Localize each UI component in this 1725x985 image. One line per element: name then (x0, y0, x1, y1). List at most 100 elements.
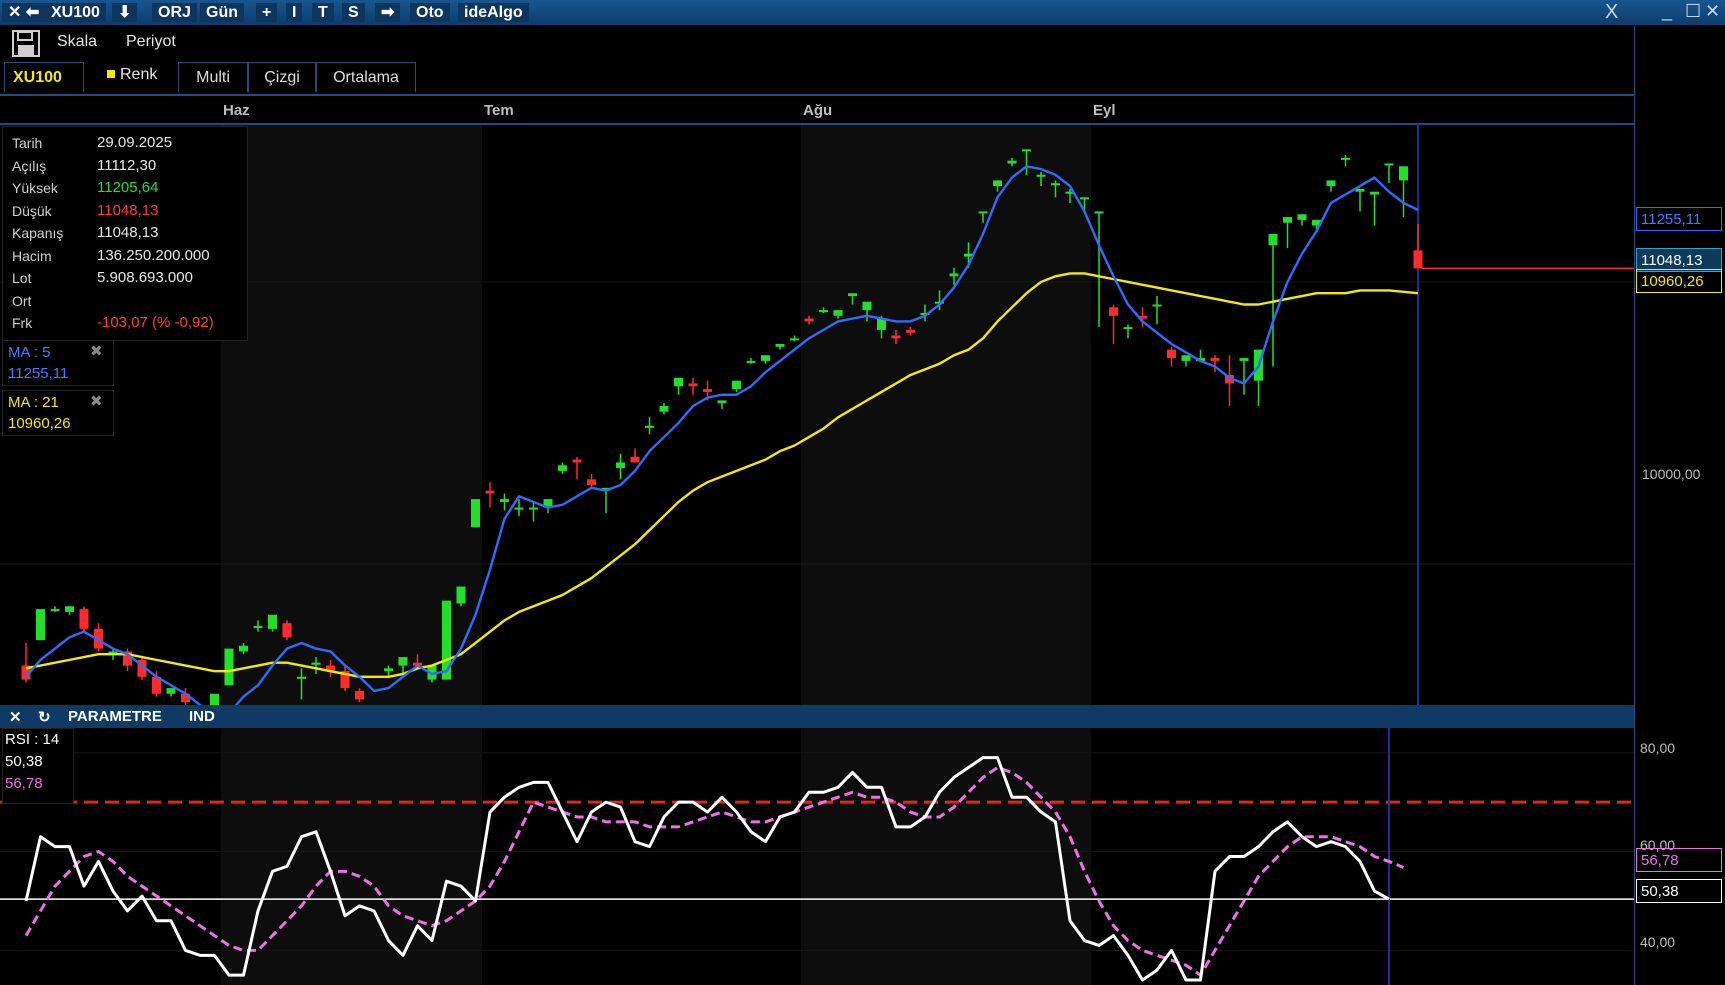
indicator-t-button[interactable]: T (312, 3, 334, 22)
ma21-value: 10960,26 (8, 415, 71, 432)
oto-button[interactable]: Oto (410, 3, 450, 22)
toolbar (0, 26, 1634, 60)
info-label: Hacim (12, 247, 52, 264)
info-close: 11048,13 (97, 224, 159, 241)
parametre-button[interactable]: PARAMETRE (68, 708, 162, 725)
rsi-axis-40: 40,00 (1640, 934, 1676, 950)
tab-ortalama[interactable]: Ortalama (316, 62, 416, 92)
candle (630, 456, 640, 463)
candle (1283, 217, 1292, 223)
tab-cizgi[interactable]: Çizgi (248, 62, 316, 92)
color-swatch-icon (107, 70, 115, 78)
month-label: Tem (484, 102, 514, 119)
month-label: Haz (223, 102, 250, 119)
period-button[interactable]: Gün (200, 3, 244, 22)
back-button[interactable]: ✕ ⬅ (2, 3, 46, 22)
candle (50, 609, 60, 612)
candle (891, 335, 901, 339)
candle (529, 507, 538, 510)
download-icon[interactable]: ⬇ (112, 3, 138, 22)
candle (210, 693, 219, 705)
ma21-price-tag: 10960,26 (1636, 269, 1722, 293)
info-label: Kapanış (12, 225, 64, 241)
candle (616, 462, 625, 469)
info-volume: 136.250.200.000 (97, 247, 210, 264)
candle (746, 360, 756, 363)
candle (398, 657, 408, 666)
candle (993, 180, 1002, 187)
candle (1109, 307, 1118, 316)
candle (224, 648, 234, 686)
info-label: Yüksek (12, 180, 58, 196)
ma5-label: MA : 5 (8, 344, 51, 361)
info-label: Tarih (12, 135, 43, 151)
plus-icon[interactable]: + (256, 3, 278, 22)
candle (1268, 233, 1278, 246)
candle (732, 380, 741, 390)
candle (717, 400, 727, 404)
periyot-button[interactable]: Periyot (126, 33, 176, 51)
candle (1239, 358, 1249, 361)
candle (761, 355, 770, 361)
candle (862, 301, 872, 311)
arrow-right-icon[interactable]: ➡ (375, 3, 401, 22)
rsi-value: 50,38 (5, 753, 43, 770)
save-icon[interactable] (12, 30, 40, 57)
ma21-label: MA : 21 (8, 394, 59, 411)
candle (659, 406, 669, 412)
minimize-button[interactable]: _ (1662, 1, 1672, 22)
candle (1399, 166, 1408, 181)
candle (1007, 160, 1017, 164)
candle (645, 425, 654, 428)
candle (456, 586, 466, 604)
refresh-icon[interactable]: ↻ (38, 708, 51, 726)
candle (65, 606, 74, 612)
candle (1210, 358, 1220, 361)
info-label: Lot (12, 270, 32, 286)
candle (804, 318, 814, 322)
info-date: 29.09.2025 (97, 134, 173, 151)
tab-multi[interactable]: Multi (178, 62, 248, 92)
skala-button[interactable]: Skala (57, 33, 97, 51)
close-button[interactable]: ✕ (1705, 1, 1720, 22)
candle (674, 377, 683, 387)
candle (311, 662, 321, 665)
ma21-close-icon[interactable]: ✖ (90, 392, 103, 410)
info-lot: 5.908.693.000 (97, 269, 193, 286)
tab-symbol[interactable]: XU100 (4, 62, 84, 92)
close-panel-icon[interactable]: ✕ (9, 708, 22, 726)
candle (253, 626, 263, 629)
candle (1413, 250, 1423, 269)
maximize-button[interactable]: ☐ (1685, 1, 1701, 22)
candle (906, 329, 915, 333)
info-label: Düşük (12, 202, 52, 219)
indicator-i-button[interactable]: I (286, 3, 303, 22)
candle (355, 690, 364, 700)
candle (36, 609, 45, 641)
candle (558, 465, 567, 471)
x-logo-icon[interactable]: X (1605, 1, 1618, 24)
candle (1152, 304, 1162, 307)
symbol-button[interactable]: XU100 (45, 3, 106, 22)
candle (1355, 188, 1365, 192)
candle (471, 499, 480, 528)
ma5-close-icon[interactable]: ✖ (90, 342, 103, 360)
tab-renk[interactable]: Renk (120, 66, 157, 84)
indicator-s-button[interactable]: S (342, 3, 365, 22)
candle (239, 645, 248, 652)
ma5-price-tag: 11255,11 (1636, 207, 1722, 231)
rsi-ma-tag: 56,78 (1636, 848, 1722, 872)
idealgo-button[interactable]: ideAlgo (458, 3, 529, 22)
candle (1022, 149, 1031, 152)
info-low: 11048,13 (97, 202, 159, 219)
candle (978, 211, 988, 214)
rsi-tag: 50,38 (1636, 879, 1722, 903)
candle (500, 499, 509, 502)
indicator-panel-bar (0, 705, 1634, 728)
ind-button[interactable]: IND (189, 708, 215, 725)
info-label: Ort (12, 292, 32, 309)
rsi-chart[interactable] (0, 728, 1634, 985)
orj-button[interactable]: ORJ (152, 3, 197, 22)
candle (282, 623, 292, 638)
candle (485, 490, 495, 494)
